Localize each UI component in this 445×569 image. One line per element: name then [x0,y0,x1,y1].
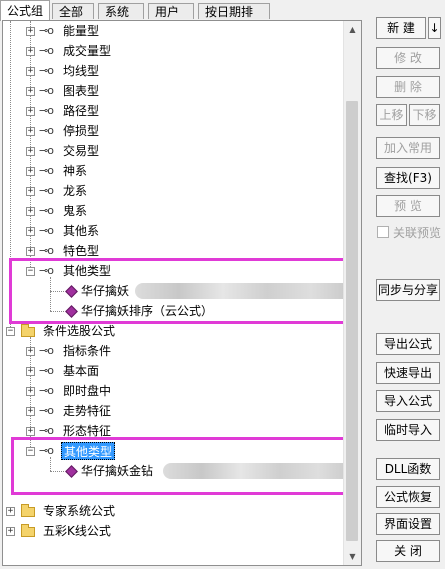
key-icon: ⊸o [39,364,54,377]
find-button[interactable]: 查找(F3) [376,167,440,189]
key-icon: ⊸o [39,404,54,417]
folder-icon [21,504,35,517]
key-icon: ⊸o [39,64,54,77]
tree-item[interactable]: + ⊸o 即时盘中 [3,381,343,401]
folder-icon [21,524,35,537]
key-icon: ⊸o [39,224,54,237]
folder-icon [21,324,35,337]
quick-export-button[interactable]: 快速导出 [376,362,440,384]
import-formula-button[interactable]: 导入公式 [376,390,440,412]
expand-icon[interactable]: + [26,387,35,396]
tree-folder-kline[interactable]: + 五彩K线公式 [3,521,343,541]
key-icon: ⊸o [39,344,54,357]
ui-settings-button[interactable]: 界面设置 [376,513,440,535]
tree-item[interactable]: + ⊸o 均线型 [3,61,343,81]
key-icon: ⊸o [39,144,54,157]
key-icon: ⊸o [39,84,54,97]
preview-button[interactable]: 预 览 [376,195,440,217]
tree-item[interactable]: + ⊸o 鬼系 [3,201,343,221]
tab-all[interactable]: 全部 [52,3,94,19]
key-icon: ⊸o [39,44,54,57]
formula-restore-button[interactable]: 公式恢复 [376,486,440,508]
expand-icon[interactable]: + [26,227,35,236]
tree-item[interactable]: + ⊸o 走势特征 [3,401,343,421]
key-icon: ⊸o [39,204,54,217]
expand-icon[interactable]: + [26,67,35,76]
expand-icon[interactable]: + [26,47,35,56]
tree-item[interactable]: + ⊸o 路径型 [3,101,343,121]
expand-icon[interactable]: + [26,147,35,156]
key-icon: ⊸o [39,384,54,397]
tree-item[interactable]: + ⊸o 停损型 [3,121,343,141]
expand-icon[interactable]: + [26,207,35,216]
expand-icon[interactable]: + [26,127,35,136]
tree-folder-condition[interactable]: − 条件选股公式 [3,321,343,341]
modify-button[interactable]: 修 改 [376,47,440,69]
key-icon: ⊸o [39,104,54,117]
formula-tree[interactable]: + ⊸o 能量型 + ⊸o 成交量型 + ⊸o 均线型 + ⊸o 图表型 + ⊸… [2,20,362,566]
expand-icon[interactable]: + [26,367,35,376]
vertical-scrollbar[interactable]: ▲ ▼ [343,21,361,565]
scroll-up-icon[interactable]: ▲ [344,21,361,38]
tree-item[interactable]: + ⊸o 指标条件 [3,341,343,361]
key-icon: ⊸o [39,184,54,197]
new-dropdown-button[interactable]: ↓ [428,17,441,39]
tab-formula-group[interactable]: 公式组 [0,0,50,21]
expand-icon[interactable]: + [26,247,35,256]
tree-item[interactable]: + ⊸o 其他系 [3,221,343,241]
expand-icon[interactable]: + [6,507,15,516]
add-common-button[interactable]: 加入常用 [376,137,440,159]
expand-icon[interactable]: + [26,167,35,176]
tree-item[interactable]: + ⊸o 神系 [3,161,343,181]
tree-folder-expert[interactable]: + 专家系统公式 [3,501,343,521]
tree-item[interactable]: + ⊸o 能量型 [3,21,343,41]
delete-button[interactable]: 删 除 [376,76,440,98]
expand-icon[interactable]: + [6,527,15,536]
expand-icon[interactable]: + [26,27,35,36]
tab-system[interactable]: 系统 [98,3,144,19]
tab-bar: 公式组 全部 系统 用户 按日期排序 [0,0,362,35]
linked-preview-checkbox[interactable]: 关联预览 [377,224,441,241]
key-icon: ⊸o [39,124,54,137]
collapse-icon[interactable]: − [6,327,15,336]
close-button[interactable]: 关 闭 [376,540,440,562]
highlight-box [9,258,361,324]
tree-item[interactable]: + ⊸o 图表型 [3,81,343,101]
tree-item[interactable]: + ⊸o 基本面 [3,361,343,381]
move-up-button[interactable]: 上移 [376,104,407,126]
key-icon: ⊸o [39,164,54,177]
tree-item[interactable]: + ⊸o 龙系 [3,181,343,201]
tab-user[interactable]: 用户 [148,3,194,19]
highlight-box [11,437,361,495]
expand-icon[interactable]: + [26,187,35,196]
temp-import-button[interactable]: 临时导入 [376,419,440,441]
export-formula-button[interactable]: 导出公式 [376,333,440,355]
expand-icon[interactable]: + [26,87,35,96]
expand-icon[interactable]: + [26,107,35,116]
dll-function-button[interactable]: DLL函数 [376,458,440,480]
new-button[interactable]: 新 建 [376,17,426,39]
scroll-down-icon[interactable]: ▼ [344,548,361,565]
expand-icon[interactable]: + [26,347,35,356]
sync-share-button[interactable]: 同步与分享 [376,279,440,301]
scrollbar-thumb[interactable] [346,101,358,541]
tab-sort-by-date[interactable]: 按日期排序 [198,3,270,35]
key-icon: ⊸o [39,24,54,37]
checkbox-icon [377,226,389,238]
tree-item[interactable]: + ⊸o 交易型 [3,141,343,161]
move-down-button[interactable]: 下移 [409,104,440,126]
tree-item[interactable]: + ⊸o 成交量型 [3,41,343,61]
expand-icon[interactable]: + [26,427,35,436]
expand-icon[interactable]: + [26,407,35,416]
